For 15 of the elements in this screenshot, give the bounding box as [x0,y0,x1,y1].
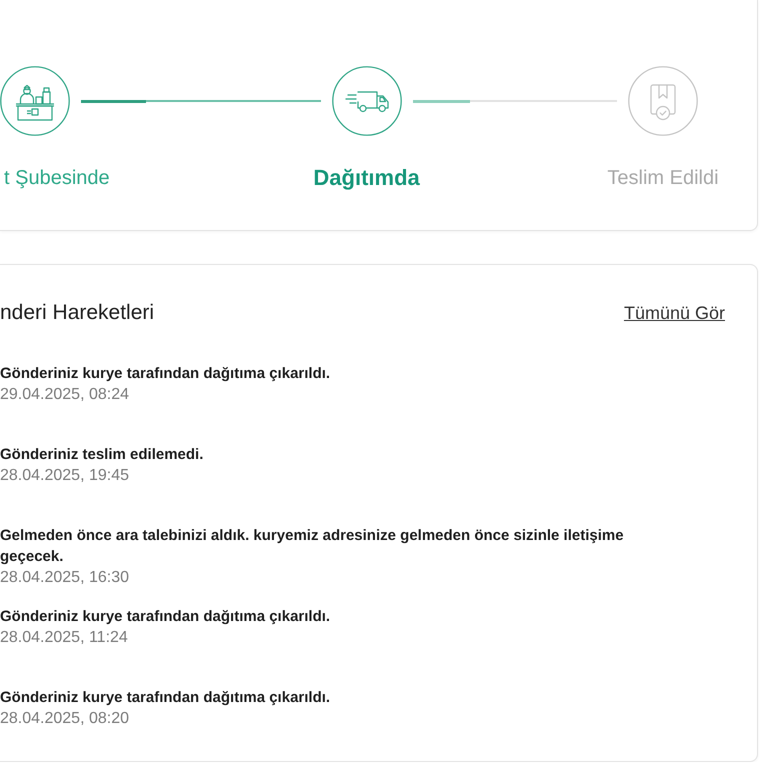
step-label: t Şubesinde [3,166,110,190]
event-description: Gönderiniz kurye tarafından dağıtıma çıkarıldı. [0,607,330,627]
event-timestamp: 28.04.2025, 19:45 [0,466,130,486]
event-description: Gönderiniz kurye tarafından dağıtıma çıkarıldı. [0,688,330,708]
event-timestamp: 28.04.2025, 08:20 [0,709,130,729]
event-description: Gönderiniz teslim edilemedi. [0,445,204,465]
step-label: Teslim Edildi [607,166,719,190]
event-description: Gelmeden önce ara talebinizi aldık. kuryemiz adresinize gelmeden önce sizinle iletişime geçecek. [0,526,625,567]
view-all-link[interactable]: Tümünü Gör [624,301,725,325]
event-timestamp: 29.04.2025, 08:24 [0,385,130,405]
event-timestamp: 28.04.2025, 11:24 [0,628,128,648]
event-timestamp: 28.04.2025, 16:30 [0,568,130,588]
section-title: nderi Hareketleri [0,301,154,325]
step-label: Dağıtımda [313,166,420,190]
event-description: Gönderiniz kurye tarafından dağıtıma çıkarıldı. [0,364,330,384]
